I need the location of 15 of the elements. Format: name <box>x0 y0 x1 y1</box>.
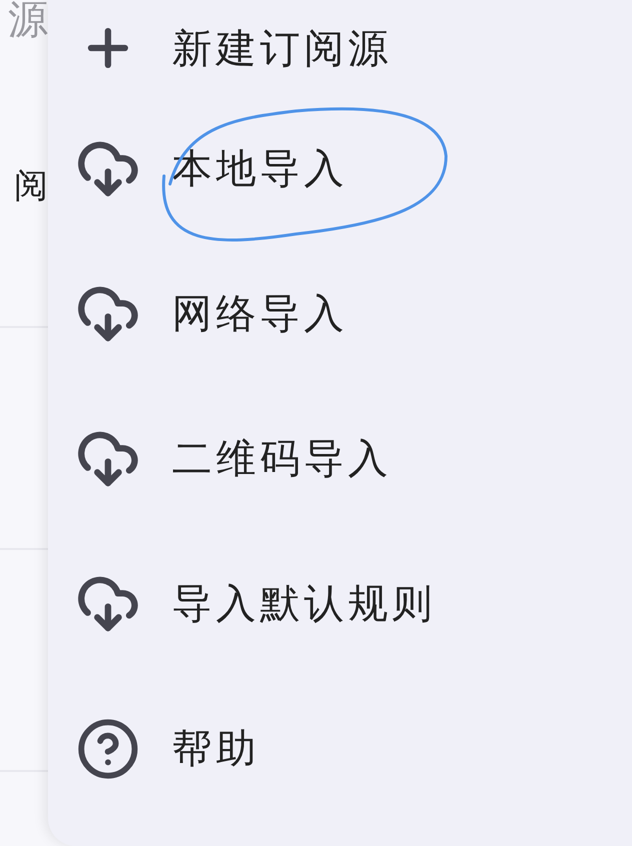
menu-item[interactable]: 二维码导入 <box>48 386 632 531</box>
list-item-fragment: 阅 <box>14 165 48 208</box>
menu-item-label: 新建订阅源 <box>172 24 392 74</box>
menu-item-label: 帮助 <box>172 725 260 774</box>
help-icon <box>76 716 140 780</box>
menu-item-label: 二维码导入 <box>172 435 392 484</box>
menu-item-label: 导入默认规则 <box>172 580 436 629</box>
menu-item[interactable]: 网络导入 <box>48 241 632 386</box>
menu-item[interactable]: 导入默认规则 <box>48 531 632 676</box>
menu-item[interactable]: 新建订阅源 <box>48 0 632 96</box>
menu-item[interactable]: 本地导入 <box>48 96 632 241</box>
menu-item[interactable]: 帮助 <box>48 676 632 821</box>
title-fragment: 源 <box>8 0 48 44</box>
menu-item-label: 网络导入 <box>172 290 348 339</box>
menu-item-label: 本地导入 <box>172 145 348 194</box>
